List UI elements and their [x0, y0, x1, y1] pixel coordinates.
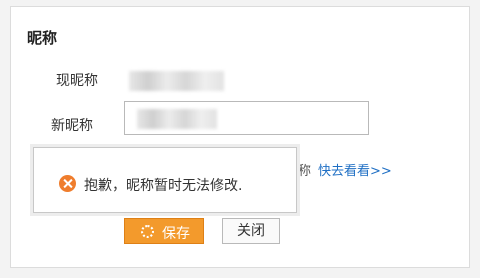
save-button-label: 保存 [162, 226, 190, 242]
current-nickname-label: 现昵称 [56, 73, 98, 89]
new-nickname-value-blurred [137, 109, 217, 129]
toast-message: 抱歉，昵称暂时无法修改. [84, 178, 243, 194]
go-see-link[interactable]: 快去看看>> [318, 160, 392, 179]
new-nickname-input[interactable] [124, 101, 369, 135]
error-toast: 抱歉，昵称暂时无法修改. [33, 147, 297, 213]
save-button[interactable]: 保存 [124, 218, 204, 244]
loading-spinner-icon [141, 225, 154, 238]
new-nickname-label: 新昵称 [51, 118, 93, 134]
nickname-panel: 昵称 现昵称 新昵称 称 快去看看>> 保存 关闭 抱歉，昵称暂时无法修改. [10, 6, 470, 268]
current-nickname-value-blurred [129, 71, 224, 91]
section-title: 昵称 [27, 29, 58, 47]
close-button[interactable]: 关闭 [222, 218, 280, 244]
hint-text: 称 [298, 164, 312, 179]
error-x-icon [59, 175, 76, 192]
